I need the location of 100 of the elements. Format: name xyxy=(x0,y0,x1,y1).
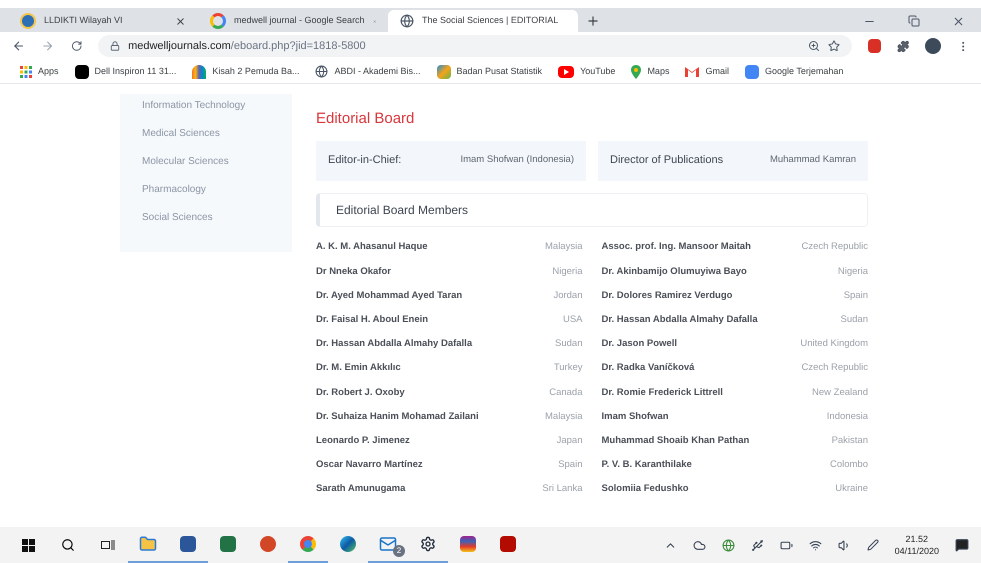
chrome-icon[interactable] xyxy=(300,536,316,552)
pdf-extension-icon[interactable] xyxy=(868,39,881,53)
member-name: Dr. Akinbamijo Olumuyiwa Bayo xyxy=(602,264,747,279)
bookmark[interactable]: Dell Inspiron 11 31... xyxy=(74,64,176,78)
folder-icon[interactable] xyxy=(139,535,157,553)
usb-icon[interactable] xyxy=(750,538,764,552)
lock-icon xyxy=(110,41,120,51)
volume-icon[interactable] xyxy=(838,538,851,552)
member-country: Jordan xyxy=(553,288,582,303)
member-country: Sri Lanka xyxy=(542,482,582,496)
slides-icon[interactable] xyxy=(260,536,276,552)
taskbar-button[interactable]: 2 xyxy=(368,527,408,563)
member-country: New Zealand xyxy=(812,386,868,400)
member-country: Nigeria xyxy=(838,264,868,279)
member-name: Dr. Romie Frederick Littrell xyxy=(602,386,723,400)
globe-icon xyxy=(315,65,328,78)
member-country: Malaysia xyxy=(545,410,582,424)
member-name: P. V. B. Karanthilake xyxy=(602,458,692,472)
spreadsheet-icon[interactable] xyxy=(220,536,236,552)
back-icon[interactable] xyxy=(12,39,26,53)
member-name: Dr Nneka Okafor xyxy=(316,264,391,279)
new-tab-icon[interactable] xyxy=(586,14,600,28)
search-icon[interactable] xyxy=(61,538,75,552)
pen-icon[interactable] xyxy=(866,539,879,551)
address-bar[interactable]: medwelljournals.com/eboard.php?jid=1818-5800 xyxy=(98,35,852,57)
page-heading: Editorial Board xyxy=(316,109,416,129)
avatar-icon[interactable] xyxy=(925,38,941,54)
member-country: Czech Republic xyxy=(801,240,868,254)
clock-time[interactable]: 21.52 xyxy=(906,533,928,545)
member-name: Oscar Navarro Martínez xyxy=(316,458,423,472)
tab-title: The Social Sciences | EDITORIAL xyxy=(422,14,558,28)
map-pin-icon xyxy=(631,64,642,78)
cloud-icon[interactable] xyxy=(692,538,706,552)
member-country: Pakistan xyxy=(832,434,868,448)
role-label: Director of Publications xyxy=(610,153,724,168)
member-country: Malaysia xyxy=(545,240,582,254)
restore-icon[interactable] xyxy=(908,15,920,27)
reload-icon[interactable] xyxy=(70,40,82,52)
bookmark[interactable]: YouTube xyxy=(558,64,616,78)
role-value: Muhammad Kamran xyxy=(770,153,856,168)
member-name: Dr. Faisal H. Aboul Enein xyxy=(316,313,428,328)
logo-icon xyxy=(74,64,89,78)
translate-icon xyxy=(744,64,759,78)
extensions-icon[interactable] xyxy=(896,40,910,52)
member-country: Nigeria xyxy=(552,264,582,279)
member-name: Sarath Amunugama xyxy=(316,482,406,496)
member-name: A. K. M. Ahasanul Haque xyxy=(316,240,428,254)
member-name: Dr. Jason Powell xyxy=(602,337,677,352)
task-view-icon[interactable] xyxy=(101,539,115,551)
member-name: Dr. Ayed Mohammad Ayed Taran xyxy=(316,288,462,303)
windows-icon[interactable] xyxy=(22,538,34,552)
member-name: Dr. Radka Vaníčková xyxy=(602,361,694,376)
bookmark[interactable]: Apps xyxy=(20,64,59,78)
notifications-icon[interactable] xyxy=(955,538,969,552)
edge-icon[interactable] xyxy=(340,536,356,552)
member-country: Japan xyxy=(556,434,582,448)
member-name: Dr. Dolores Ramirez Verdugo xyxy=(602,288,732,303)
bookmark[interactable]: Badan Pusat Statistik xyxy=(436,64,542,78)
bookmark[interactable]: Gmail xyxy=(685,64,729,78)
tab-title: LLDIKTI Wilayah VI xyxy=(44,14,124,28)
member-country: Turkey xyxy=(554,361,582,376)
grid-icon xyxy=(20,66,32,78)
browser-tab[interactable]: medwell journal - Google Search xyxy=(198,10,388,32)
member-country: United Kingdom xyxy=(800,337,868,352)
tab-title: medwell journal - Google Search xyxy=(234,14,365,28)
logo-icon xyxy=(436,64,450,78)
member-country: Ukraine xyxy=(835,482,868,496)
bookmark[interactable]: Google Terjemahan xyxy=(744,64,844,78)
browser-tab[interactable]: The Social Sciences | EDITORIAL xyxy=(388,10,578,32)
member-name: Dr. M. Emin Akkılıc xyxy=(316,361,401,376)
unread-count: 2 xyxy=(393,545,405,557)
section-header: Editorial Board Members xyxy=(316,192,868,226)
close-icon[interactable] xyxy=(952,15,965,28)
close-icon[interactable] xyxy=(175,16,186,26)
globe-icon[interactable] xyxy=(722,538,735,552)
bookmark[interactable]: Kisah 2 Pemuda Ba... xyxy=(192,64,300,78)
acrobat-icon[interactable] xyxy=(500,536,516,552)
member-name: Assoc. prof. Ing. Mansoor Maitah xyxy=(602,240,751,254)
forward-icon[interactable] xyxy=(41,39,55,53)
member-country: Spain xyxy=(844,288,868,303)
zoom-icon[interactable] xyxy=(808,40,820,52)
mail-icon[interactable] xyxy=(379,535,397,553)
settings-icon[interactable] xyxy=(420,536,436,552)
member-name: Dr. Suhaiza Hanim Mohamad Zailani xyxy=(316,410,479,424)
member-name: Dr. Hassan Abdalla Almahy Dafalla xyxy=(602,313,758,328)
star-icon[interactable] xyxy=(828,40,840,52)
clock-date[interactable]: 04/11/2020 xyxy=(894,545,939,557)
browser-tab[interactable]: LLDIKTI Wilayah VI xyxy=(8,10,198,32)
member-name: Dr. Robert J. Oxoby xyxy=(316,386,405,400)
emblem-icon xyxy=(20,13,36,29)
wifi-icon[interactable] xyxy=(808,538,822,552)
bookmark[interactable]: Maps xyxy=(631,64,670,78)
role-label: Editor-in-Chief: xyxy=(328,153,402,168)
bookmark[interactable]: ABDI - Akademi Bis... xyxy=(315,64,420,78)
battery-icon[interactable] xyxy=(780,538,793,552)
word-icon[interactable] xyxy=(180,536,196,552)
archive-icon[interactable] xyxy=(460,536,476,552)
member-country: Canada xyxy=(549,386,582,400)
member-name: Imam Shofwan xyxy=(602,410,669,424)
google-icon xyxy=(210,13,226,29)
